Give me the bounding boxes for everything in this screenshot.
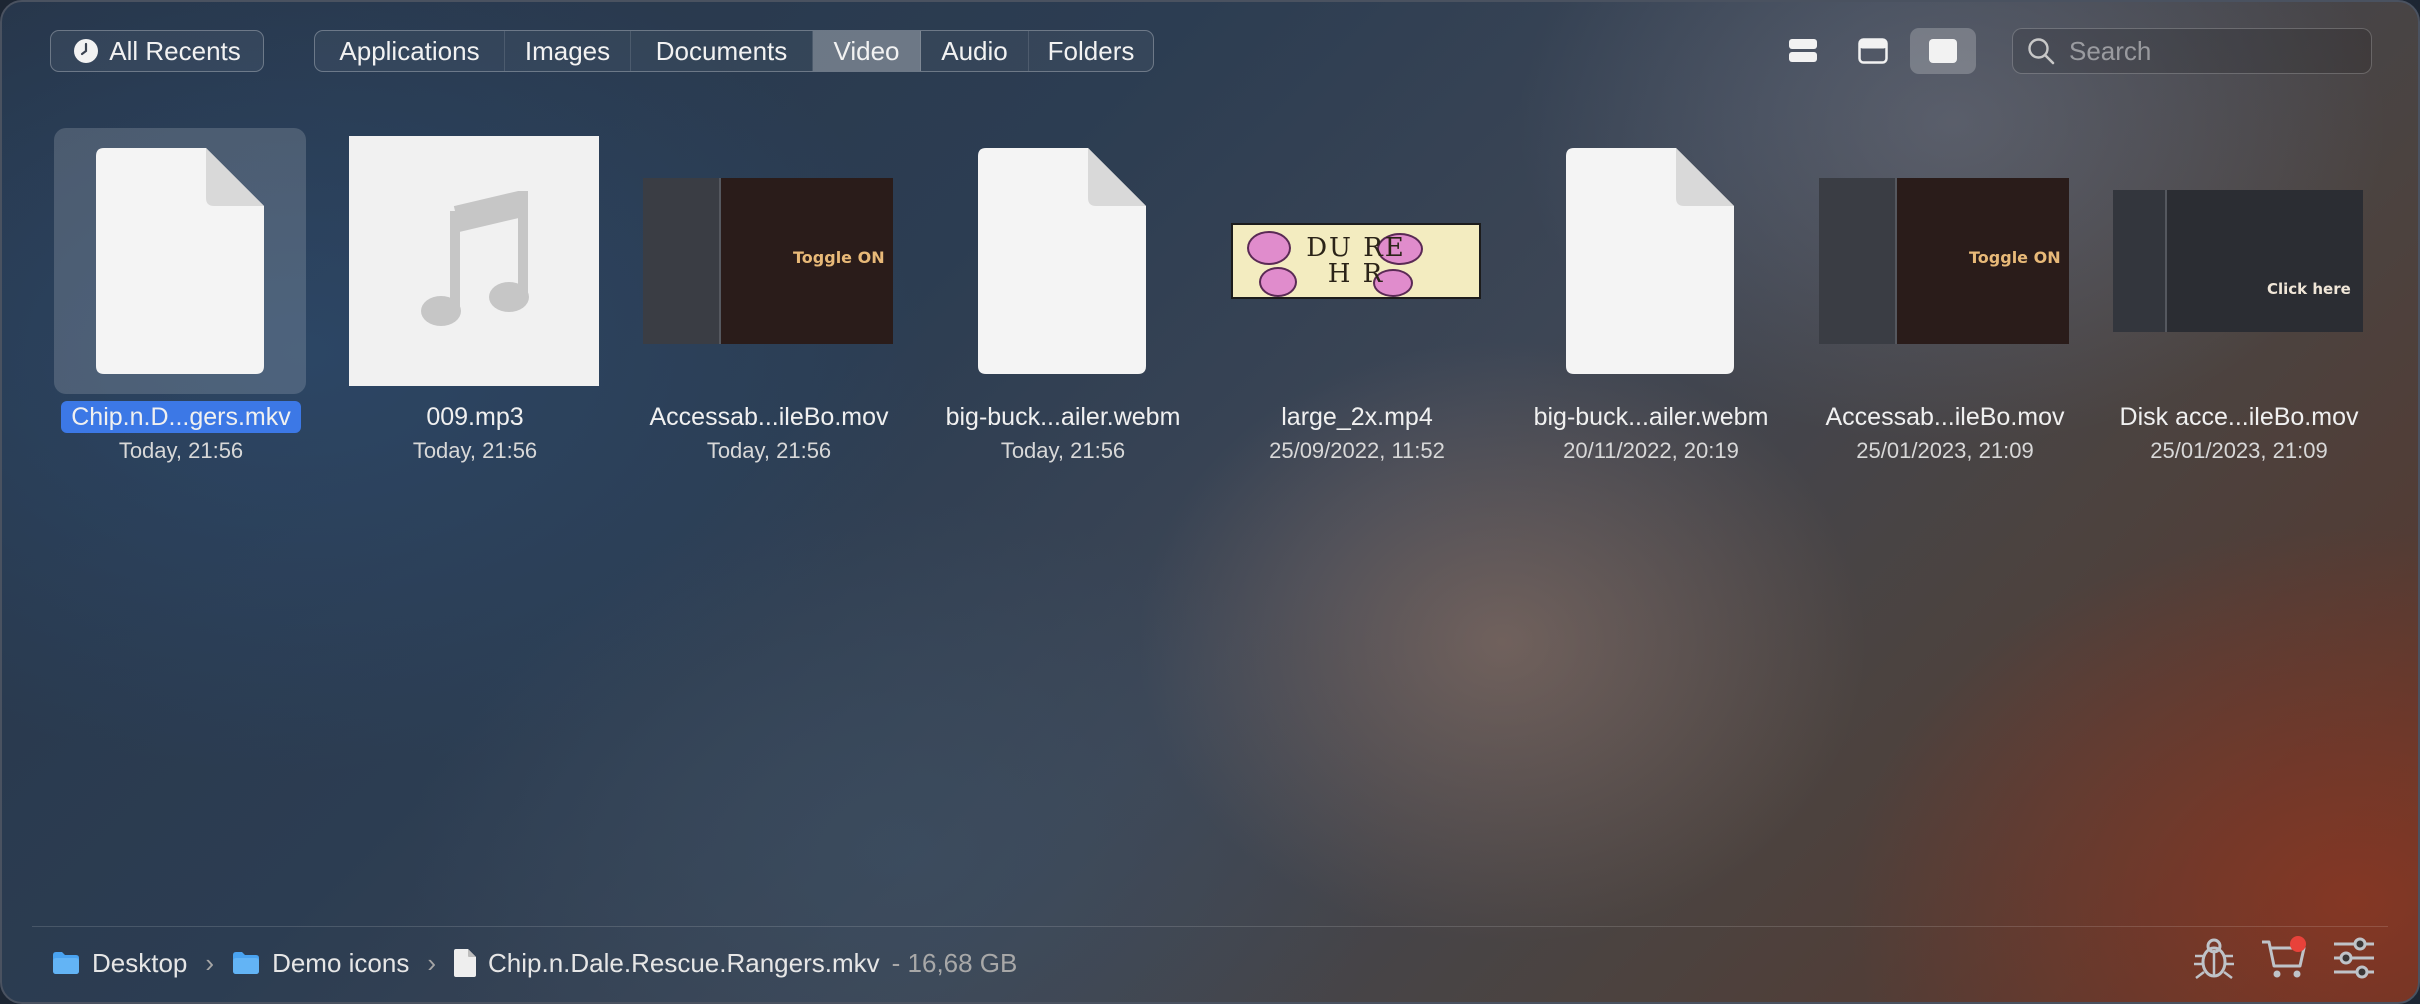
- file-name: 009.mp3: [426, 403, 524, 431]
- file-name: big-buck...ailer.webm: [1533, 403, 1769, 431]
- file-date: 25/09/2022, 11:52: [1269, 438, 1445, 463]
- file-item[interactable]: big-buck...ailer.webm 20/11/2022, 20:19: [1516, 128, 1786, 478]
- file-thumbnail: Toggle ON: [642, 128, 894, 394]
- thumbnail-callout: Toggle ON: [793, 248, 885, 267]
- tab-folders[interactable]: Folders: [1029, 31, 1153, 71]
- split-view-button[interactable]: [1840, 28, 1906, 74]
- clock-icon: [74, 39, 99, 63]
- chevron-right-icon: ›: [427, 947, 437, 978]
- category-filter: Applications Images Documents Video Audi…: [314, 30, 1154, 72]
- search-input[interactable]: [2067, 34, 2351, 68]
- file-name: Accessab...ileBo.mov: [649, 403, 889, 431]
- notification-badge: [2290, 936, 2306, 952]
- tab-video[interactable]: Video: [813, 31, 921, 71]
- all-recents-label: All Recents: [109, 35, 241, 66]
- generic-document-icon: [1566, 148, 1734, 374]
- tab-documents[interactable]: Documents: [631, 31, 813, 71]
- list-view-button[interactable]: [1770, 28, 1836, 74]
- folder-icon: [233, 952, 260, 974]
- settings-button[interactable]: [2330, 934, 2378, 982]
- file-name: Chip.n.D...gers.mkv: [46, 400, 316, 434]
- file-thumbnail: Toggle ON: [1818, 128, 2070, 394]
- tab-audio[interactable]: Audio: [921, 31, 1029, 71]
- tab-applications[interactable]: Applications: [315, 31, 505, 71]
- generic-document-icon: [978, 148, 1146, 374]
- screenshot-thumbnail: Click here: [2113, 190, 2363, 332]
- breadcrumb-demo-icons[interactable]: Demo icons: [232, 948, 409, 979]
- list-view-icon: [1789, 39, 1817, 62]
- music-note-icon: [421, 191, 529, 326]
- bug-button[interactable]: [2190, 934, 2238, 982]
- file-name: Accessab...ileBo.mov: [1825, 403, 2065, 431]
- file-name: big-buck...ailer.webm: [945, 403, 1181, 431]
- file-thumbnail: [348, 128, 600, 394]
- grid-view-icon: [1929, 39, 1957, 63]
- chevron-right-icon: ›: [205, 947, 215, 978]
- file-thumbnail: [54, 128, 306, 394]
- file-size: - 16,68 GB: [891, 947, 1018, 978]
- breadcrumb-file[interactable]: Chip.n.Dale.Rescue.Rangers.mkv: [454, 948, 880, 979]
- banner-line-1: DU RE: [1306, 233, 1406, 263]
- screenshot-thumbnail: Toggle ON: [1819, 178, 2069, 344]
- bug-icon: [2194, 938, 2234, 979]
- generic-document-icon: [96, 148, 264, 374]
- tab-images[interactable]: Images: [505, 31, 631, 71]
- screenshot-thumbnail: Toggle ON: [643, 178, 893, 344]
- file-name: large_2x.mp4: [1281, 403, 1433, 431]
- sliders-icon: [2334, 937, 2374, 979]
- thumbnail-sidebar: [643, 178, 721, 344]
- grid-view-button[interactable]: [1910, 28, 1976, 74]
- app-window: All Recents Applications Images Document…: [0, 0, 2420, 1004]
- search-field[interactable]: [2012, 28, 2372, 74]
- file-thumbnail: [936, 128, 1188, 394]
- banner-thumbnail: DU RE H R: [1231, 223, 1481, 299]
- file-thumbnail: Click here: [2112, 128, 2364, 394]
- file-item[interactable]: DU RE H R large_2x.mp4 25/09/2022, 11:52: [1222, 128, 1492, 478]
- audio-thumbnail: [349, 136, 599, 386]
- file-date: 25/01/2023, 21:09: [1856, 438, 2034, 463]
- file-date: Today, 21:56: [1000, 438, 1126, 463]
- file-item[interactable]: Toggle ON Accessab...ileBo.mov Today, 21…: [634, 128, 904, 478]
- file-date: 20/11/2022, 20:19: [1563, 438, 1739, 463]
- breadcrumb: Desktop › Demo icons › Chip.n.Dale.Rescu…: [52, 942, 1017, 984]
- file-date: 25/01/2023, 21:09: [2150, 438, 2328, 463]
- all-recents-button[interactable]: All Recents: [50, 30, 264, 72]
- file-date: Today, 21:56: [706, 438, 832, 463]
- thumbnail-sidebar: [2113, 190, 2167, 332]
- footer-actions: [2190, 934, 2378, 982]
- document-icon: [454, 949, 477, 977]
- file-thumbnail: [1524, 128, 1776, 394]
- thumbnail-callout: Click here: [2267, 280, 2351, 298]
- file-thumbnail: DU RE H R: [1230, 128, 1482, 394]
- breadcrumb-desktop[interactable]: Desktop: [52, 948, 187, 979]
- split-view-icon: [1858, 38, 1888, 64]
- file-name: Disk acce...ileBo.mov: [2119, 403, 2359, 431]
- thumbnail-callout: Toggle ON: [1969, 248, 2061, 267]
- search-icon: [2028, 38, 2055, 65]
- file-item[interactable]: 009.mp3 Today, 21:56: [340, 128, 610, 478]
- footer-divider: [32, 926, 2388, 927]
- file-date: Today, 21:56: [412, 438, 538, 463]
- file-item[interactable]: Chip.n.D...gers.mkv Today, 21:56: [46, 128, 316, 478]
- thumbnail-sidebar: [1819, 178, 1897, 344]
- banner-line-2: H R: [1327, 259, 1385, 289]
- file-item[interactable]: Click here Disk acce...ileBo.mov 25/01/2…: [2104, 128, 2374, 478]
- file-date: Today, 21:56: [118, 438, 244, 463]
- folder-icon: [53, 952, 79, 974]
- breadcrumb-label: Chip.n.Dale.Rescue.Rangers.mkv: [488, 947, 880, 978]
- file-item[interactable]: Toggle ON Accessab...ileBo.mov 25/01/202…: [1810, 128, 2080, 478]
- cart-button[interactable]: [2260, 934, 2308, 982]
- breadcrumb-label: Desktop: [92, 947, 188, 978]
- file-item[interactable]: big-buck...ailer.webm Today, 21:56: [928, 128, 1198, 478]
- breadcrumb-label: Demo icons: [272, 947, 410, 978]
